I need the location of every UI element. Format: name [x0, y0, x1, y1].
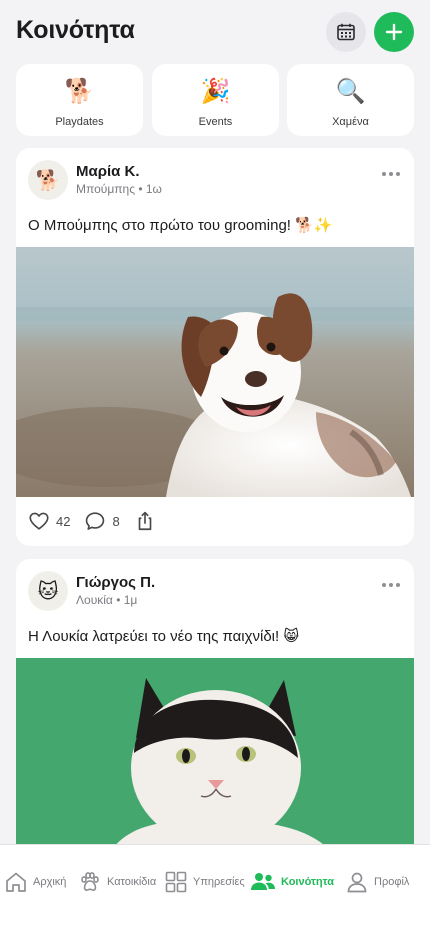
people-icon — [251, 873, 275, 890]
add-post-button[interactable] — [374, 12, 414, 52]
plus-icon — [385, 23, 403, 41]
like-button[interactable]: 42 — [28, 510, 70, 532]
quick-action-events[interactable]: 🎉 Events — [152, 64, 279, 136]
quick-action-label: Events — [198, 116, 233, 128]
quick-action-label: Playdates — [55, 116, 104, 128]
more-options-icon[interactable] — [382, 172, 400, 176]
heart-icon — [29, 512, 49, 530]
quick-action-playdates[interactable]: 🐕 Playdates — [16, 64, 143, 136]
tab-label: Αρχική — [33, 876, 67, 888]
tab-label: Υπηρεσίες — [193, 876, 245, 888]
share-icon — [138, 511, 152, 531]
tab-label: Προφίλ — [374, 876, 410, 888]
post-card: 🐱 Γιώργος Π. Λουκία • 1μ Η Λουκία λατρεύ… — [16, 559, 414, 844]
post-text: Η Λουκία λατρεύει το νέο της παιχνίδι! 😸 — [28, 628, 299, 645]
party-emoji-icon: 🎉 — [200, 77, 231, 105]
tab-label: Κοινότητα — [281, 876, 334, 888]
dog-emoji-icon: 🐕 — [64, 77, 95, 105]
community-feed[interactable]: 🐕 Μαρία Κ. Μπούμπης • 1ω Ο Μπούμπης στο … — [0, 148, 430, 844]
share-button[interactable] — [134, 510, 162, 532]
comment-count: 8 — [112, 513, 120, 529]
post-actions: 42 8 — [28, 510, 176, 532]
tab-home[interactable]: Αρχική — [4, 869, 66, 895]
paw-icon — [81, 872, 99, 891]
quick-action-lost[interactable]: 🔍 Χαμένα — [287, 64, 414, 136]
post-meta: Μπούμπης • 1ω — [76, 182, 162, 196]
app-header: Κοινότητα — [0, 0, 430, 64]
bottom-tab-bar: Αρχική Κατοικίδια Υπηρεσίες Κοινότητα Πρ… — [0, 844, 430, 932]
tab-profile[interactable]: Προφίλ — [345, 869, 409, 895]
cat-photo[interactable] — [16, 658, 414, 844]
calendar-button[interactable] — [326, 12, 366, 52]
tab-community[interactable]: Κοινότητα — [250, 869, 334, 895]
tab-services[interactable]: Υπηρεσίες — [164, 869, 245, 895]
person-icon — [347, 872, 367, 893]
tab-label: Κατοικίδια — [107, 876, 157, 888]
quick-action-label: Χαμένα — [332, 116, 369, 128]
like-count: 42 — [56, 513, 71, 529]
post-text: Ο Μπούμπης στο πρώτο του grooming! 🐕✨ — [28, 217, 333, 234]
post-author[interactable]: Γιώργος Π. — [76, 574, 155, 591]
calendar-icon — [337, 23, 355, 41]
dog-photo[interactable] — [16, 247, 414, 497]
more-options-icon[interactable] — [382, 583, 400, 587]
magnifier-emoji-icon: 🔍 — [335, 77, 366, 105]
grid-icon — [165, 871, 187, 893]
comment-icon — [86, 512, 105, 530]
tab-pets[interactable]: Κατοικίδια — [78, 869, 156, 895]
page-title: Κοινότητα — [16, 16, 135, 44]
comment-button[interactable]: 8 — [84, 510, 120, 532]
home-icon — [6, 872, 26, 892]
post-meta: Λουκία • 1μ — [76, 593, 138, 607]
author-avatar[interactable]: 🐱 — [28, 571, 68, 611]
post-card: 🐕 Μαρία Κ. Μπούμπης • 1ω Ο Μπούμπης στο … — [16, 148, 414, 546]
author-avatar[interactable]: 🐕 — [28, 160, 68, 200]
post-author[interactable]: Μαρία Κ. — [76, 163, 140, 180]
